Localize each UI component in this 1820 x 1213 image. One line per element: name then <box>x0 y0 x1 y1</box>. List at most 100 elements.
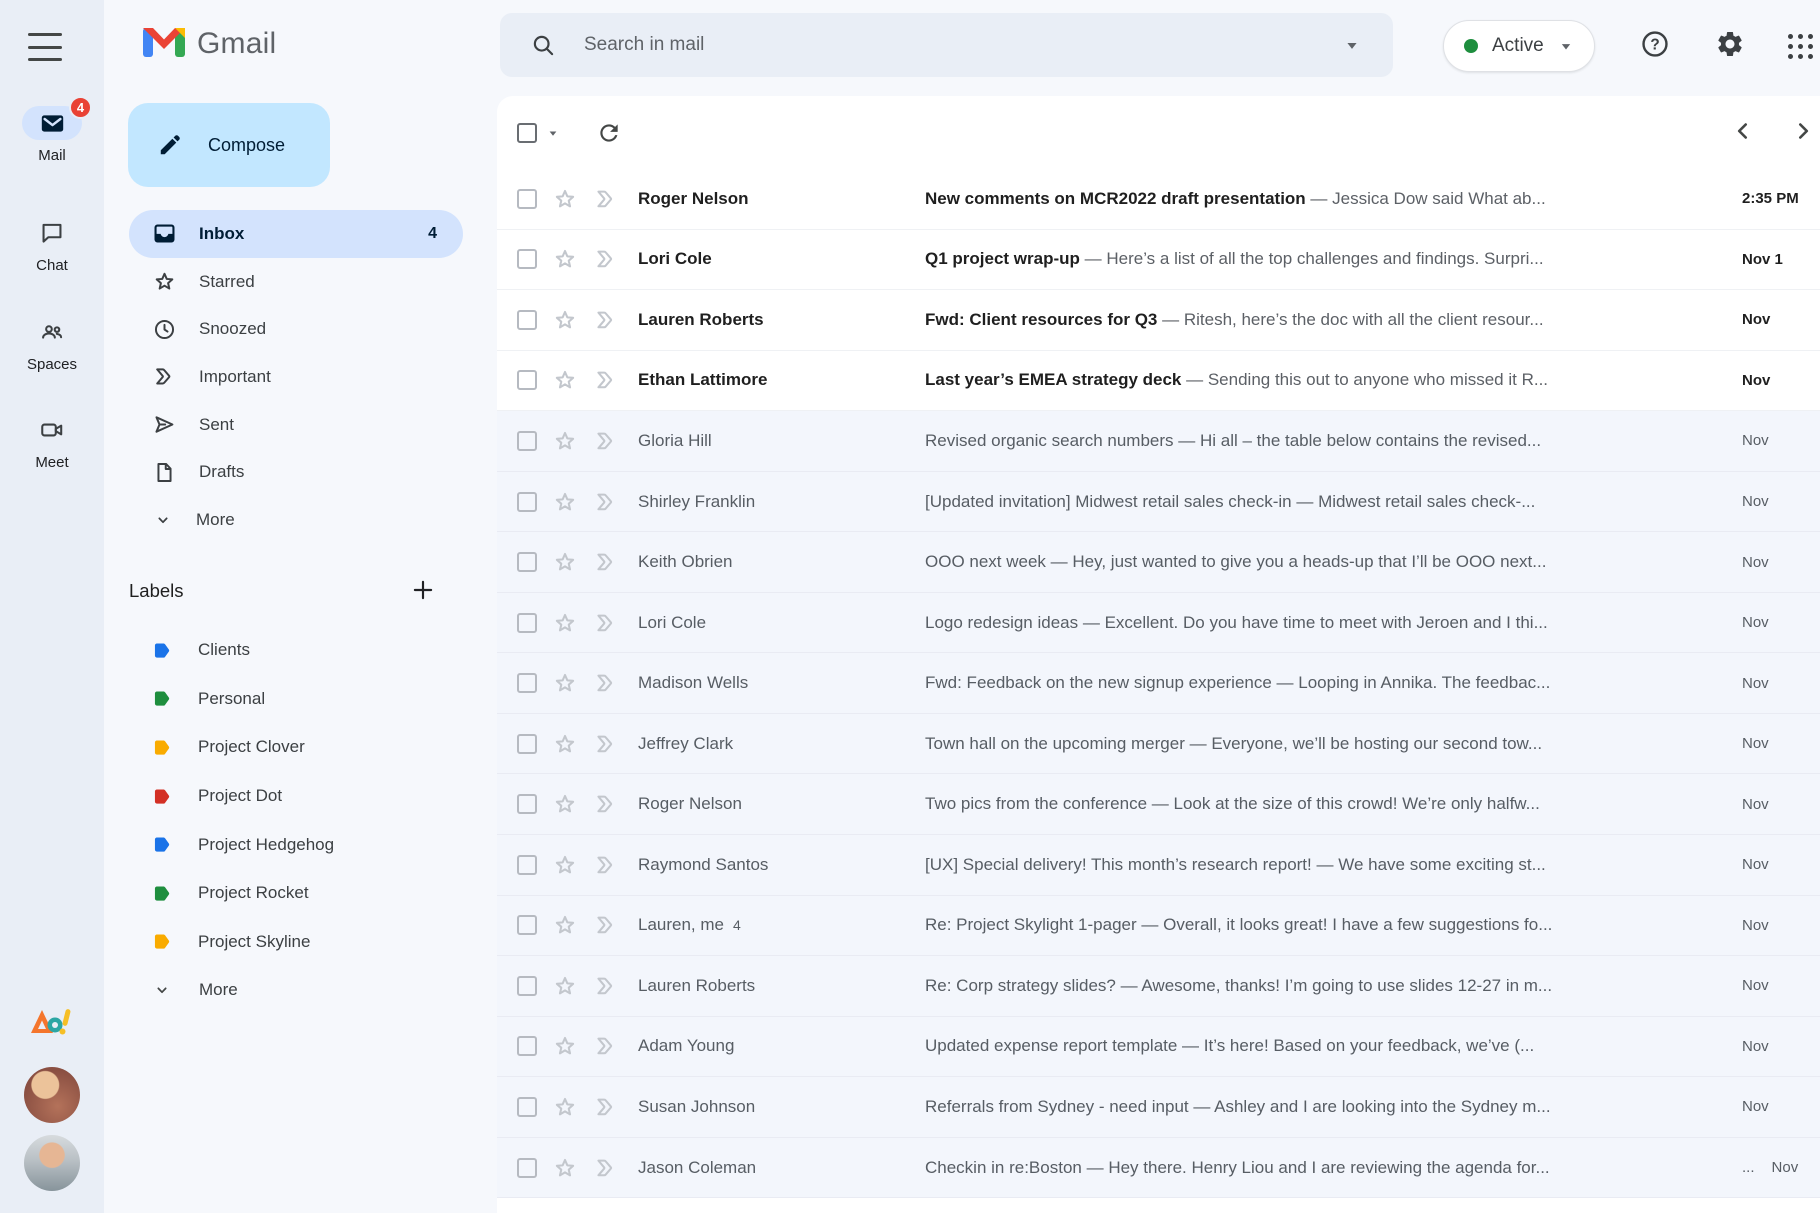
older-page-button[interactable] <box>1790 120 1816 146</box>
email-row[interactable]: Raymond Santos [UX] Special delivery! Thi… <box>497 835 1820 896</box>
add-label-button[interactable] <box>409 578 437 606</box>
email-row[interactable]: Susan Johnson Referrals from Sydney - nee… <box>497 1077 1820 1138</box>
sidebar-item-more[interactable]: More <box>129 496 463 544</box>
star-icon[interactable] <box>552 489 578 515</box>
importance-marker-icon[interactable] <box>593 1155 619 1181</box>
star-icon[interactable] <box>552 852 578 878</box>
email-row[interactable]: Roger Nelson Two pics from the conference… <box>497 774 1820 836</box>
row-checkbox[interactable] <box>517 430 537 451</box>
importance-marker-icon[interactable] <box>593 973 619 999</box>
sidebar-item-important[interactable]: Important <box>129 353 463 401</box>
star-icon[interactable] <box>552 367 578 393</box>
importance-marker-icon[interactable] <box>593 428 619 454</box>
search-bar[interactable] <box>500 13 1393 77</box>
newer-page-button[interactable] <box>1730 120 1756 146</box>
importance-marker-icon[interactable] <box>593 246 619 272</box>
row-checkbox[interactable] <box>517 309 537 330</box>
importance-marker-icon[interactable] <box>593 670 619 696</box>
rail-item-meet[interactable]: Meet <box>0 413 104 471</box>
importance-marker-icon[interactable] <box>593 1094 619 1120</box>
email-row[interactable]: Jason Coleman Checkin in re:Boston — Hey … <box>497 1137 1820 1199</box>
row-checkbox[interactable] <box>517 552 537 573</box>
email-row[interactable]: Lori Cole Logo redesign ideas — Excellent… <box>497 592 1820 654</box>
importance-marker-icon[interactable] <box>593 791 619 817</box>
email-row[interactable]: Ethan Lattimore Last year’s EMEA strategy… <box>497 350 1820 412</box>
star-icon[interactable] <box>552 1155 578 1181</box>
status-selector[interactable]: Active <box>1443 20 1595 72</box>
importance-marker-icon[interactable] <box>593 489 619 515</box>
star-icon[interactable] <box>552 1094 578 1120</box>
refresh-icon[interactable] <box>596 120 622 146</box>
apps-button[interactable] <box>1782 28 1818 64</box>
importance-marker-icon[interactable] <box>593 731 619 757</box>
avatar[interactable] <box>24 1135 80 1191</box>
star-icon[interactable] <box>552 428 578 454</box>
row-checkbox[interactable] <box>517 975 537 996</box>
row-checkbox[interactable] <box>517 491 537 512</box>
settings-button[interactable] <box>1712 28 1748 64</box>
compose-button[interactable]: Compose <box>128 103 330 187</box>
row-checkbox[interactable] <box>517 673 537 694</box>
row-checkbox[interactable] <box>517 733 537 754</box>
star-icon[interactable] <box>552 791 578 817</box>
row-checkbox[interactable] <box>517 794 537 815</box>
email-row[interactable]: Madison Wells Fwd: Feedback on the new si… <box>497 653 1820 714</box>
importance-marker-icon[interactable] <box>593 549 619 575</box>
email-row[interactable]: Shirley Franklin [Updated invitation] Mid… <box>497 471 1820 533</box>
row-checkbox[interactable] <box>517 854 537 875</box>
label-item-personal[interactable]: Personal <box>129 675 463 724</box>
importance-marker-icon[interactable] <box>593 367 619 393</box>
label-item-project-clover[interactable]: Project Clover <box>129 723 463 772</box>
label-item-project-dot[interactable]: Project Dot <box>129 772 463 821</box>
row-checkbox[interactable] <box>517 249 537 270</box>
star-icon[interactable] <box>552 549 578 575</box>
sidebar-item-drafts[interactable]: Drafts <box>129 448 463 496</box>
sidebar-item-snoozed[interactable]: Snoozed <box>129 305 463 353</box>
email-row[interactable]: Jeffrey Clark Town hall on the upcoming m… <box>497 713 1820 775</box>
avatar[interactable] <box>24 1067 80 1123</box>
importance-marker-icon[interactable] <box>593 1033 619 1059</box>
email-row[interactable]: Gloria Hill Revised organic search number… <box>497 411 1820 472</box>
search-icon[interactable] <box>530 32 556 58</box>
label-item-project-rocket[interactable]: Project Rocket <box>129 869 463 918</box>
select-caret-icon[interactable] <box>544 124 562 142</box>
rail-item-spaces[interactable]: Spaces <box>0 315 104 373</box>
sidebar-item-inbox[interactable]: Inbox 4 <box>129 210 463 258</box>
search-options-caret-icon[interactable] <box>1341 34 1363 56</box>
row-checkbox[interactable] <box>517 915 537 936</box>
email-row[interactable]: Adam Young Updated expense report templat… <box>497 1016 1820 1078</box>
importance-marker-icon[interactable] <box>593 307 619 333</box>
main-menu-icon[interactable] <box>28 33 62 61</box>
rail-item-chat[interactable]: Chat <box>0 216 104 274</box>
star-icon[interactable] <box>552 246 578 272</box>
label-item-project-skyline[interactable]: Project Skyline <box>129 918 463 967</box>
importance-marker-icon[interactable] <box>593 912 619 938</box>
label-item-project-hedgehog[interactable]: Project Hedgehog <box>129 820 463 869</box>
row-checkbox[interactable] <box>517 1157 537 1178</box>
star-icon[interactable] <box>552 912 578 938</box>
email-row[interactable]: Lauren, me 4 Re: Project Skylight 1-pager … <box>497 895 1820 957</box>
star-icon[interactable] <box>552 307 578 333</box>
email-row[interactable]: Roger Nelson New comments on MCR2022 draf… <box>497 169 1820 230</box>
row-checkbox[interactable] <box>517 370 537 391</box>
importance-marker-icon[interactable] <box>593 186 619 212</box>
importance-marker-icon[interactable] <box>593 610 619 636</box>
email-row[interactable]: Lauren Roberts Re: Corp strategy slides? … <box>497 956 1820 1017</box>
star-icon[interactable] <box>552 973 578 999</box>
row-checkbox[interactable] <box>517 1096 537 1117</box>
row-checkbox[interactable] <box>517 188 537 209</box>
star-icon[interactable] <box>552 1033 578 1059</box>
email-row[interactable]: Keith Obrien OOO next week — Hey, just wa… <box>497 532 1820 593</box>
label-item-clients[interactable]: Clients <box>129 626 463 675</box>
label-item-more[interactable]: More <box>129 966 463 1015</box>
star-icon[interactable] <box>552 610 578 636</box>
help-button[interactable]: ? <box>1637 28 1673 64</box>
row-checkbox[interactable] <box>517 612 537 633</box>
email-row[interactable]: Lauren Roberts Fwd: Client resources for … <box>497 290 1820 351</box>
importance-marker-icon[interactable] <box>593 852 619 878</box>
row-checkbox[interactable] <box>517 1036 537 1057</box>
star-icon[interactable] <box>552 670 578 696</box>
rail-item-mail[interactable]: 4 Mail <box>0 96 104 164</box>
star-icon[interactable] <box>552 731 578 757</box>
select-all-checkbox[interactable] <box>517 122 537 143</box>
